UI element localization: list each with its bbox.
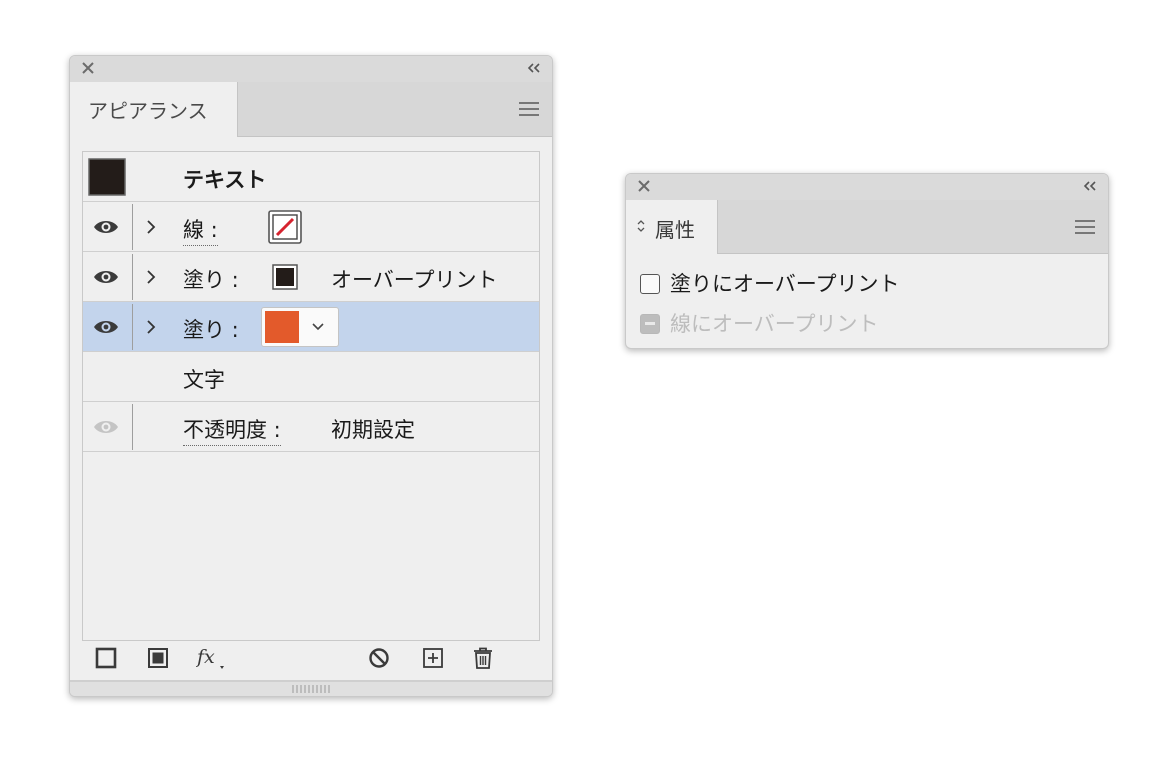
row-divider bbox=[132, 254, 133, 300]
opacity-label[interactable]: 不透明度 : bbox=[183, 414, 281, 446]
appearance-panel: アピアランス テキスト 線 : 塗り: オーバープリント 塗り: 文字 不透… bbox=[69, 55, 553, 697]
delete-icon[interactable] bbox=[471, 646, 495, 670]
panel-menu-icon[interactable] bbox=[518, 101, 540, 117]
fill-swatch-orange[interactable] bbox=[265, 311, 299, 343]
resize-grip[interactable] bbox=[70, 680, 552, 696]
collapse-icon[interactable] bbox=[526, 61, 542, 75]
overprint-fill-option[interactable]: 塗りにオーバープリント bbox=[640, 268, 900, 298]
close-icon[interactable] bbox=[80, 60, 96, 76]
overprint-stroke-label: 線にオーバープリント bbox=[670, 312, 879, 336]
eye-icon[interactable] bbox=[93, 268, 119, 286]
tab-appearance[interactable]: アピアランス bbox=[70, 82, 238, 137]
fx-icon[interactable]: fx bbox=[196, 646, 230, 670]
chevron-down-icon[interactable] bbox=[311, 322, 325, 332]
overprint-stroke-checkbox bbox=[640, 314, 660, 334]
header-swatch bbox=[88, 158, 126, 196]
panel-menu-icon[interactable] bbox=[1074, 219, 1096, 235]
row-divider bbox=[132, 304, 133, 350]
fill-overprint-label: オーバープリント bbox=[331, 268, 498, 292]
chevron-right-icon[interactable] bbox=[145, 218, 157, 236]
overprint-stroke-option: 線にオーバープリント bbox=[640, 308, 879, 338]
expand-collapse-icon[interactable] bbox=[636, 218, 646, 234]
add-new-fill-icon[interactable] bbox=[146, 646, 170, 670]
fill-swatch-black[interactable] bbox=[272, 264, 298, 290]
characters-label[interactable]: 文字 bbox=[183, 364, 225, 394]
attributes-panel: 属性 塗りにオーバープリント 線にオーバープリント bbox=[625, 173, 1109, 349]
row-divider bbox=[132, 404, 133, 450]
eye-icon[interactable] bbox=[93, 318, 119, 336]
stroke-none-swatch[interactable] bbox=[268, 210, 302, 244]
object-type-label: テキスト bbox=[183, 168, 267, 192]
collapse-icon[interactable] bbox=[1082, 179, 1098, 193]
characters-row[interactable]: 文字 bbox=[83, 352, 539, 402]
appearance-list: テキスト 線 : 塗り: オーバープリント 塗り: 文字 不透明度: 初期… bbox=[82, 151, 540, 641]
fill-color-picker[interactable] bbox=[261, 307, 339, 347]
duplicate-item-icon[interactable] bbox=[421, 646, 445, 670]
close-icon[interactable] bbox=[636, 178, 652, 194]
panel-titlebar bbox=[626, 174, 1108, 200]
chevron-right-icon[interactable] bbox=[145, 268, 157, 286]
stroke-row[interactable]: 線 : bbox=[83, 202, 539, 252]
eye-icon[interactable] bbox=[93, 418, 119, 436]
opacity-value: 初期設定 bbox=[331, 418, 415, 442]
add-new-stroke-icon[interactable] bbox=[94, 646, 118, 670]
fill-label[interactable]: 塗り : bbox=[183, 264, 239, 294]
tab-label: アピアランス bbox=[88, 99, 208, 123]
row-divider bbox=[132, 204, 133, 250]
fill-label[interactable]: 塗り : bbox=[183, 314, 239, 344]
eye-icon[interactable] bbox=[93, 218, 119, 236]
clear-appearance-icon[interactable] bbox=[367, 646, 391, 670]
tab-label: 属性 bbox=[655, 218, 695, 242]
fill-row-overprint[interactable]: 塗り : オーバープリント bbox=[83, 252, 539, 302]
tab-bar: 属性 bbox=[626, 200, 1108, 254]
overprint-fill-label: 塗りにオーバープリント bbox=[670, 272, 900, 296]
svg-text:fx: fx bbox=[196, 646, 215, 668]
overprint-fill-checkbox[interactable] bbox=[640, 274, 660, 294]
stroke-label[interactable]: 線 : bbox=[183, 214, 218, 246]
opacity-row[interactable]: 不透明度 : 初期設定 bbox=[83, 402, 539, 452]
fill-row-selected[interactable]: 塗り : bbox=[83, 302, 539, 352]
tab-attributes[interactable]: 属性 bbox=[626, 200, 718, 254]
chevron-right-icon[interactable] bbox=[145, 318, 157, 336]
grip-icon bbox=[292, 685, 330, 693]
panel-titlebar bbox=[70, 56, 552, 82]
tab-bar: アピアランス bbox=[70, 82, 552, 137]
appearance-header-row[interactable]: テキスト bbox=[83, 152, 539, 202]
